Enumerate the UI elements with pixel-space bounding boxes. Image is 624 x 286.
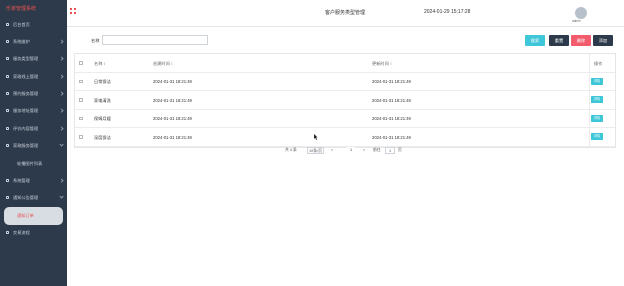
column-header-action: 操作 [594,60,603,66]
sidebar-item-reviews[interactable]: 评价内容管理 [0,120,67,137]
chevron-right-icon [59,39,64,44]
avatar[interactable] [575,7,587,19]
cell-updated: 2024-01-31 18:21:49 [372,116,411,122]
row-checkbox[interactable] [79,79,83,84]
chevron-right-icon [59,74,64,79]
row-checkbox[interactable] [79,135,83,139]
cell-created: 2024-01-31 18:21:49 [153,134,192,140]
search-input[interactable] [102,35,208,45]
cell-created: 2024-01-31 18:21:49 [153,97,192,103]
column-header-name[interactable]: 名称 ↕ [94,61,106,67]
table-row: 家电清洗 2024-01-31 18:21:49 2024-01-31 18:2… [75,91,615,110]
service-icon [6,144,9,148]
cell-name: 保姆月嫂 [94,116,111,122]
goto-page-input[interactable]: 1 [385,147,395,154]
home-icon [6,22,9,26]
column-header-created[interactable]: 创建时间 ↕ [153,61,173,67]
sidebar-item-online[interactable]: 家政线上管理 [0,68,67,85]
reset-button[interactable]: 重置 [549,35,569,46]
pagination-total: 共 4 条 [285,148,297,152]
sidebar-item-address[interactable]: 服务地址管理 [0,103,67,120]
cell-created: 2024-01-31 18:21:49 [153,116,192,122]
system-icon [6,179,9,183]
pagination: 共 4 条 10条/页 < 1 > 前往 1 页 [67,147,624,155]
table-row: 日常保洁 2024-01-31 18:21:49 2024-01-31 18:2… [75,72,615,92]
detail-button[interactable]: 详情 [591,133,603,141]
page-title: 客户服务类型管理 [325,10,366,16]
table-row: 深度保洁 2024-01-31 18:21:49 2024-01-31 18:2… [75,128,615,147]
sidebar-item-system-admin[interactable]: 系统管理 [0,173,67,190]
sidebar-item-booking[interactable]: 预约服务管理 [0,86,67,103]
delete-button[interactable]: 删除 [571,35,591,46]
sidebar-menu: 后台首页 系统维护 服务类型管理 家政线上管理 预约服务管理 服务地址管理 评价… [0,16,67,242]
sidebar: 乐家管理系统 后台首页 系统维护 服务类型管理 家政线上管理 预约服务管理 服务… [0,0,67,286]
sidebar-item-system-maintenance[interactable]: 系统维护 [0,33,67,50]
detail-button[interactable]: 详情 [591,96,603,104]
cell-name: 日常保洁 [94,79,111,85]
page-size-select[interactable]: 10条/页 [307,147,324,154]
map-icon [6,109,9,113]
chevron-right-icon [59,108,64,114]
list-icon [6,74,9,78]
cell-created: 2024-01-31 18:21:49 [153,79,192,85]
main-content: 名称 搜索 重置 删除 添加 名称 ↕ 创建时间 ↕ 更新时间 ↕ 操作 日常保… [67,27,624,286]
list-icon [6,57,9,61]
cell-name: 家电清洗 [94,97,111,103]
brand-title: 乐家管理系统 [6,6,37,12]
chevron-right-icon [59,56,64,62]
data-table: 名称 ↕ 创建时间 ↕ 更新时间 ↕ 操作 日常保洁 2024-01-31 18… [74,53,616,148]
flow-icon [6,231,9,235]
add-button[interactable]: 添加 [593,35,613,46]
table-row: 保姆月嫂 2024-01-31 18:21:49 2024-01-31 18:2… [75,109,615,129]
datetime-display: 2024-01-29 15:17:28 [424,9,471,15]
goto-suffix: 页 [398,148,402,152]
settings-icon [6,39,9,43]
cell-updated: 2024-01-31 18:21:49 [372,97,411,103]
chevron-down-icon [59,194,64,200]
calendar-icon [6,92,9,96]
chevron-right-icon [59,126,64,131]
mouse-cursor-icon [314,134,318,140]
menu-toggle-icon[interactable] [70,8,76,14]
chevron-right-icon [59,178,64,183]
username: admin [572,19,581,23]
current-page[interactable]: 1 [347,147,355,154]
search-label: 名称 [91,38,100,43]
chevron-right-icon [59,91,64,96]
top-bar: 客户服务类型管理 2024-01-29 15:17:28 admin [67,0,624,27]
chevron-down-icon [59,142,64,148]
column-header-updated[interactable]: 更新时间 ↕ [372,61,392,67]
cell-updated: 2024-01-31 18:21:49 [372,134,411,140]
bell-icon [6,196,9,200]
goto-label: 前往 [373,148,381,152]
search-button[interactable]: 搜索 [525,35,545,46]
sidebar-item-flow[interactable]: 交易流程 [0,225,67,242]
sidebar-subitem-carousel[interactable]: 轮播图片列表 [0,155,67,172]
cell-updated: 2024-01-31 18:21:49 [372,79,411,85]
sidebar-item-housekeeping[interactable]: 家政服务管理 [0,138,67,155]
table-header: 名称 ↕ 创建时间 ↕ 更新时间 ↕ 操作 [75,54,615,73]
cell-name: 深度保洁 [94,134,111,140]
sidebar-item-service-types[interactable]: 服务类型管理 [0,51,67,68]
select-all-checkbox[interactable] [79,61,83,65]
sidebar-item-home[interactable]: 后台首页 [0,16,67,33]
row-checkbox[interactable] [79,98,83,102]
detail-button[interactable]: 详情 [591,77,603,85]
comment-icon [6,126,9,130]
prev-page-button[interactable]: < [331,148,333,152]
detail-button[interactable]: 详情 [591,114,603,122]
sidebar-item-notices[interactable]: 通知公告管理 [0,190,67,207]
sidebar-subitem-notice-orders[interactable]: 通知订单 [4,207,63,225]
next-page-button[interactable]: > [363,148,365,152]
row-checkbox[interactable] [79,116,83,121]
